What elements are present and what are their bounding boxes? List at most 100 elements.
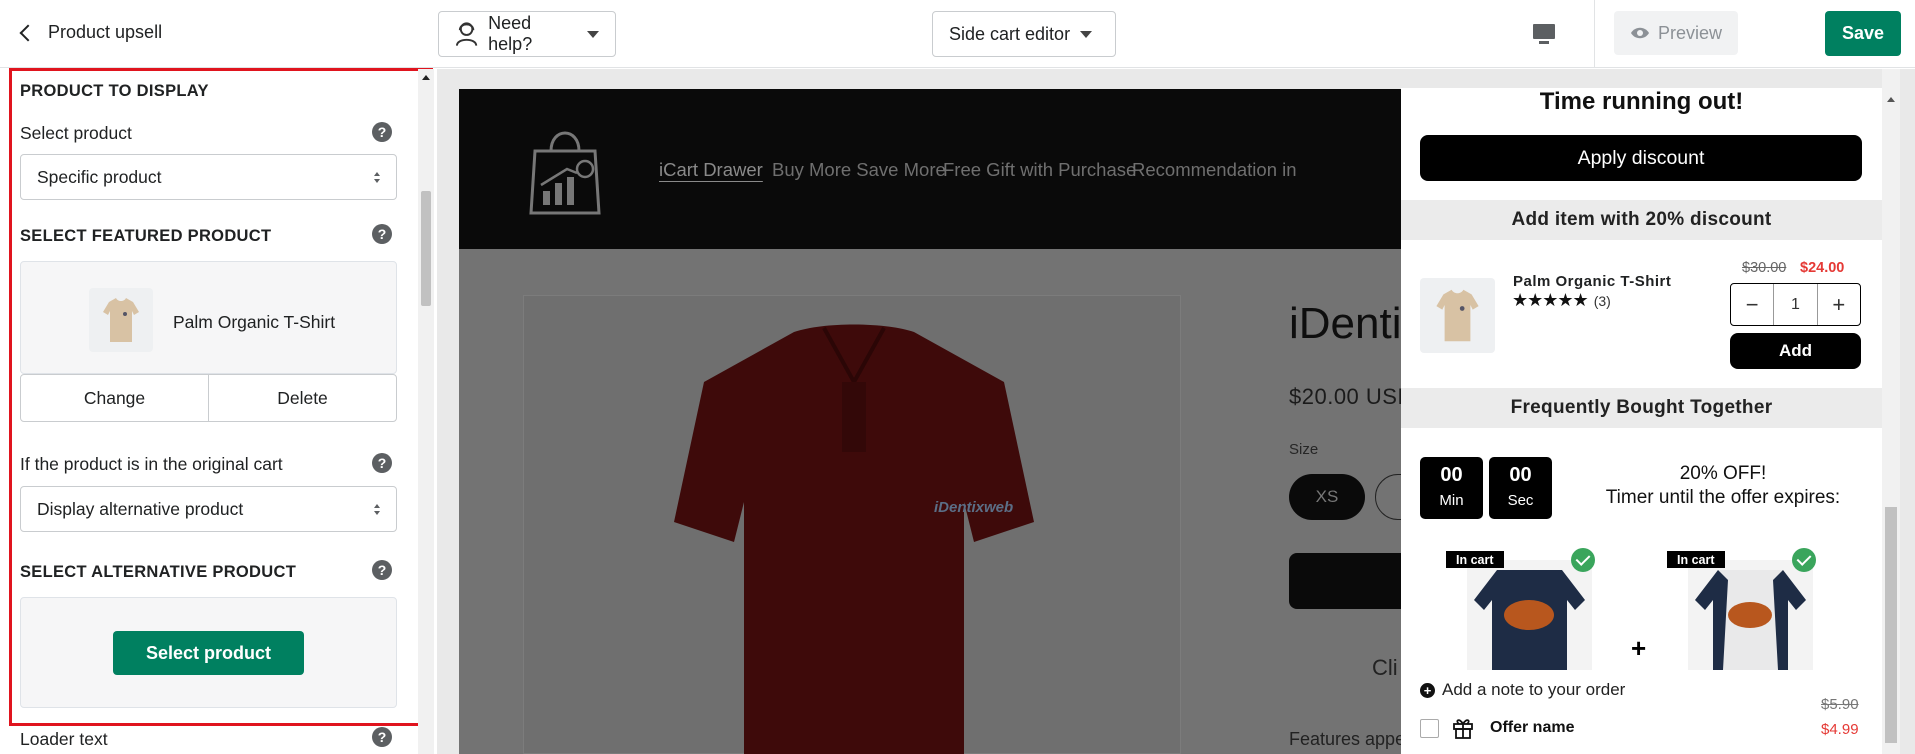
need-help-button[interactable]: Need help? [438, 11, 616, 57]
offer-checkbox[interactable] [1420, 719, 1439, 738]
page-title: Product upsell [48, 22, 163, 42]
in-cart-badge: In cart [1446, 551, 1504, 568]
add-upsell-button[interactable]: Add [1730, 333, 1861, 369]
caret-down-icon [587, 30, 599, 38]
gift-icon [1453, 719, 1473, 739]
editor-dropdown[interactable]: Side cart editor [932, 11, 1116, 57]
change-button[interactable]: Change [21, 375, 208, 421]
select-product-value: Specific product [37, 166, 162, 187]
featured-product-actions: Change Delete [20, 374, 397, 422]
store-logo-icon [529, 131, 601, 215]
qty-plus-button[interactable]: + [1816, 284, 1860, 325]
support-agent-icon [455, 22, 478, 46]
select-product-dropdown[interactable]: Specific product [20, 154, 397, 200]
help-icon[interactable]: ? [372, 224, 392, 244]
editor-label: Side cart editor [949, 23, 1071, 44]
timer-minutes-value: 00 [1440, 464, 1463, 486]
in-cart-badge: In cart [1667, 551, 1725, 568]
qty-value[interactable]: 1 [1773, 284, 1816, 325]
rating: ★★★★★ (3) [1512, 290, 1611, 311]
chevron-left-icon [19, 24, 37, 41]
top-bar: Product upsell Need help? Side cart edit… [0, 0, 1915, 68]
preview-label: Preview [1657, 22, 1723, 43]
nav-link[interactable]: Recommendation in [1132, 159, 1297, 181]
product-thumbnail [89, 288, 153, 352]
product-title: iDenti [1289, 299, 1402, 348]
scroll-up-icon[interactable] [1887, 97, 1895, 102]
timer-seconds: 00 Sec [1489, 457, 1552, 519]
select-arrows-icon [374, 503, 380, 515]
help-icon[interactable]: ? [372, 560, 392, 580]
checked-icon[interactable] [1792, 548, 1816, 572]
star-rating-icon: ★★★★★ [1512, 290, 1589, 310]
apply-discount-button[interactable]: Apply discount [1420, 135, 1862, 181]
quantity-stepper: − 1 + [1730, 283, 1861, 326]
delete-button[interactable]: Delete [208, 375, 396, 421]
help-icon[interactable]: ? [372, 727, 392, 747]
upsell-old-price: $30.00 [1742, 260, 1787, 276]
in-cart-value: Display alternative product [37, 498, 244, 519]
featured-product-card: Palm Organic T-Shirt [20, 261, 397, 374]
checked-icon[interactable] [1571, 548, 1595, 572]
in-cart-label: If the product is in the original cart [20, 454, 283, 474]
shirt-logo-text: iDentixweb [934, 499, 1014, 516]
tshirt-icon [103, 298, 139, 342]
section-title-product-to-display: PRODUCT TO DISPLAY [20, 82, 209, 100]
bundle-product-1[interactable] [1467, 560, 1592, 670]
review-count: (3) [1593, 292, 1611, 309]
offer-new-price: $4.99 [1821, 721, 1859, 738]
loader-text-label: Loader text [20, 729, 108, 749]
nav-link[interactable]: Buy More Save More [772, 159, 946, 181]
upsell-new-price: $24.00 [1800, 260, 1845, 276]
click-text: Cli [1372, 655, 1398, 680]
product-price: $20.00 USD [1289, 384, 1414, 409]
left-scrollbar[interactable] [418, 69, 434, 754]
preview-scrollbar[interactable] [1882, 69, 1900, 754]
caret-down-icon [1080, 30, 1093, 38]
qty-minus-button[interactable]: − [1731, 284, 1773, 325]
scrollbar-thumb[interactable] [1885, 507, 1897, 743]
desktop-icon[interactable] [1531, 21, 1557, 47]
back-button[interactable]: Product upsell [19, 22, 163, 43]
select-arrows-icon [374, 171, 380, 183]
add-note-label: Add a note to your order [1442, 680, 1626, 699]
save-button[interactable]: Save [1825, 11, 1901, 56]
add-note-link[interactable]: + Add a note to your order [1420, 680, 1625, 700]
timer-title: Time running out! [1539, 88, 1744, 115]
plus-separator: + [1631, 633, 1647, 663]
bundle-product-2[interactable] [1688, 560, 1813, 670]
timer-seconds-label: Sec [1507, 492, 1534, 509]
offer-name: Offer name [1490, 719, 1575, 736]
in-cart-dropdown[interactable]: Display alternative product [20, 486, 397, 532]
featured-product-name: Palm Organic T-Shirt [173, 312, 336, 332]
size-option-xs[interactable]: XS [1289, 474, 1365, 520]
scrollbar-thumb[interactable] [421, 191, 431, 306]
drawer-footer: + Add a note to your order Offer name $5… [1401, 670, 1882, 754]
plus-circle-icon: + [1420, 682, 1435, 698]
sweatshirt-image [1474, 570, 1585, 670]
offer-old-price: $5.90 [1821, 696, 1859, 713]
offer-headline: 20% OFF! [1679, 463, 1767, 484]
tshirt-icon [1436, 289, 1479, 342]
cart-drawer: Time running out! Apply discount Add ite… [1401, 88, 1882, 754]
timer-minutes-label: Min [1439, 492, 1464, 509]
nav-link[interactable]: iCart Drawer [659, 159, 763, 181]
upsell-product-name: Palm Organic T-Shirt [1513, 273, 1672, 290]
fbt-header: Frequently Bought Together [1401, 388, 1882, 428]
scroll-up-icon[interactable] [422, 75, 430, 80]
preview-button[interactable]: Preview [1614, 11, 1738, 55]
timer-minutes: 00 Min [1420, 457, 1483, 519]
polo-shirt-image [674, 324, 1034, 754]
help-icon[interactable]: ? [372, 453, 392, 473]
upsell-header: Add item with 20% discount [1401, 200, 1882, 240]
section-title-featured-product: SELECT FEATURED PRODUCT [20, 227, 272, 245]
help-icon[interactable]: ? [372, 122, 392, 142]
timer-seconds-value: 00 [1509, 464, 1532, 486]
select-product-button[interactable]: Select product [113, 631, 304, 675]
nav-link[interactable]: Free Gift with Purchase [943, 159, 1136, 181]
divider [1594, 0, 1595, 68]
product-image: iDentixweb [523, 295, 1181, 754]
raglan-shirt-image [1695, 570, 1806, 670]
section-title-alternative-product: SELECT ALTERNATIVE PRODUCT [20, 563, 297, 581]
upsell-product-thumbnail [1420, 278, 1495, 353]
